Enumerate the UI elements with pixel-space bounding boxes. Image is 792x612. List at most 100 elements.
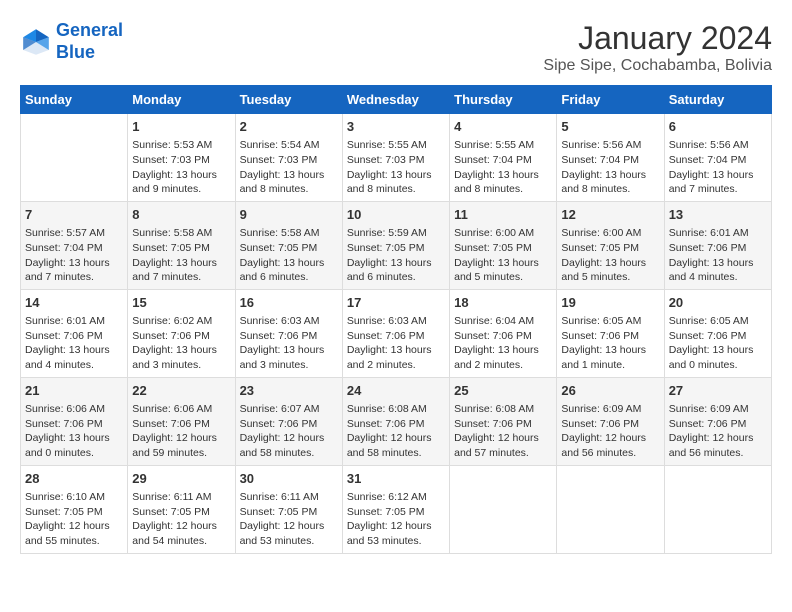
cell-text: Sunset: 7:06 PM bbox=[25, 417, 123, 432]
cell-text: Sunrise: 6:07 AM bbox=[240, 402, 338, 417]
cell-text: Sunrise: 6:01 AM bbox=[25, 314, 123, 329]
cell-text: Sunset: 7:06 PM bbox=[454, 329, 552, 344]
cell-text: and 57 minutes. bbox=[454, 446, 552, 461]
cell-text: Sunrise: 6:08 AM bbox=[454, 402, 552, 417]
cell-text: Daylight: 13 hours bbox=[132, 256, 230, 271]
page-header: General Blue January 2024 Sipe Sipe, Coc… bbox=[20, 20, 772, 75]
calendar-cell: 28Sunrise: 6:10 AMSunset: 7:05 PMDayligh… bbox=[21, 465, 128, 553]
day-number: 14 bbox=[25, 294, 123, 312]
cell-text: Sunset: 7:04 PM bbox=[454, 153, 552, 168]
calendar-subtitle: Sipe Sipe, Cochabamba, Bolivia bbox=[543, 57, 772, 75]
day-number: 26 bbox=[561, 382, 659, 400]
cell-text: Sunrise: 6:06 AM bbox=[25, 402, 123, 417]
cell-text: Daylight: 13 hours bbox=[347, 168, 445, 183]
day-number: 22 bbox=[132, 382, 230, 400]
cell-text: Sunset: 7:06 PM bbox=[454, 417, 552, 432]
cell-text: Sunrise: 5:56 AM bbox=[669, 138, 767, 153]
cell-text: Sunrise: 6:01 AM bbox=[669, 226, 767, 241]
cell-text: and 5 minutes. bbox=[561, 270, 659, 285]
cell-text: and 5 minutes. bbox=[454, 270, 552, 285]
day-header-saturday: Saturday bbox=[664, 86, 771, 114]
cell-text: and 8 minutes. bbox=[347, 182, 445, 197]
cell-text: Sunset: 7:06 PM bbox=[347, 329, 445, 344]
cell-text: and 9 minutes. bbox=[132, 182, 230, 197]
cell-text: Daylight: 13 hours bbox=[454, 168, 552, 183]
calendar-cell: 15Sunrise: 6:02 AMSunset: 7:06 PMDayligh… bbox=[128, 289, 235, 377]
cell-text: Sunrise: 6:08 AM bbox=[347, 402, 445, 417]
calendar-cell: 24Sunrise: 6:08 AMSunset: 7:06 PMDayligh… bbox=[342, 377, 449, 465]
day-number: 19 bbox=[561, 294, 659, 312]
calendar-title: January 2024 bbox=[543, 20, 772, 57]
day-number: 17 bbox=[347, 294, 445, 312]
cell-text: Sunset: 7:05 PM bbox=[347, 505, 445, 520]
cell-text: Sunset: 7:05 PM bbox=[132, 241, 230, 256]
cell-text: Daylight: 13 hours bbox=[25, 343, 123, 358]
day-number: 1 bbox=[132, 118, 230, 136]
day-number: 20 bbox=[669, 294, 767, 312]
cell-text: Daylight: 12 hours bbox=[454, 431, 552, 446]
calendar-cell: 5Sunrise: 5:56 AMSunset: 7:04 PMDaylight… bbox=[557, 114, 664, 202]
day-number: 5 bbox=[561, 118, 659, 136]
cell-text: Sunrise: 6:10 AM bbox=[25, 490, 123, 505]
cell-text: Sunrise: 5:58 AM bbox=[132, 226, 230, 241]
cell-text: and 6 minutes. bbox=[347, 270, 445, 285]
cell-text: and 3 minutes. bbox=[132, 358, 230, 373]
day-header-thursday: Thursday bbox=[450, 86, 557, 114]
calendar-cell: 30Sunrise: 6:11 AMSunset: 7:05 PMDayligh… bbox=[235, 465, 342, 553]
cell-text: Sunrise: 6:00 AM bbox=[454, 226, 552, 241]
logo-text: General Blue bbox=[56, 20, 123, 63]
cell-text: Sunrise: 6:03 AM bbox=[240, 314, 338, 329]
calendar-cell: 27Sunrise: 6:09 AMSunset: 7:06 PMDayligh… bbox=[664, 377, 771, 465]
cell-text: Daylight: 12 hours bbox=[132, 519, 230, 534]
cell-text: Daylight: 13 hours bbox=[561, 343, 659, 358]
day-header-tuesday: Tuesday bbox=[235, 86, 342, 114]
cell-text: and 58 minutes. bbox=[347, 446, 445, 461]
cell-text: Sunset: 7:06 PM bbox=[240, 329, 338, 344]
title-block: January 2024 Sipe Sipe, Cochabamba, Boli… bbox=[543, 20, 772, 75]
cell-text: Daylight: 13 hours bbox=[669, 343, 767, 358]
cell-text: Sunrise: 6:12 AM bbox=[347, 490, 445, 505]
calendar-cell: 6Sunrise: 5:56 AMSunset: 7:04 PMDaylight… bbox=[664, 114, 771, 202]
calendar-cell bbox=[557, 465, 664, 553]
logo-line2: Blue bbox=[56, 42, 95, 62]
cell-text: Sunset: 7:06 PM bbox=[561, 329, 659, 344]
cell-text: and 7 minutes. bbox=[25, 270, 123, 285]
calendar-cell: 17Sunrise: 6:03 AMSunset: 7:06 PMDayligh… bbox=[342, 289, 449, 377]
calendar-cell: 26Sunrise: 6:09 AMSunset: 7:06 PMDayligh… bbox=[557, 377, 664, 465]
cell-text: and 0 minutes. bbox=[669, 358, 767, 373]
calendar-cell: 9Sunrise: 5:58 AMSunset: 7:05 PMDaylight… bbox=[235, 201, 342, 289]
cell-text: Sunrise: 6:09 AM bbox=[561, 402, 659, 417]
cell-text: Daylight: 12 hours bbox=[347, 519, 445, 534]
cell-text: Sunrise: 6:04 AM bbox=[454, 314, 552, 329]
calendar-cell: 21Sunrise: 6:06 AMSunset: 7:06 PMDayligh… bbox=[21, 377, 128, 465]
calendar-week-5: 28Sunrise: 6:10 AMSunset: 7:05 PMDayligh… bbox=[21, 465, 772, 553]
cell-text: and 1 minute. bbox=[561, 358, 659, 373]
day-number: 13 bbox=[669, 206, 767, 224]
day-number: 8 bbox=[132, 206, 230, 224]
cell-text: and 8 minutes. bbox=[240, 182, 338, 197]
cell-text: Daylight: 13 hours bbox=[561, 256, 659, 271]
calendar-cell: 2Sunrise: 5:54 AMSunset: 7:03 PMDaylight… bbox=[235, 114, 342, 202]
calendar-cell: 20Sunrise: 6:05 AMSunset: 7:06 PMDayligh… bbox=[664, 289, 771, 377]
cell-text: Sunset: 7:06 PM bbox=[561, 417, 659, 432]
cell-text: and 4 minutes. bbox=[25, 358, 123, 373]
cell-text: Daylight: 12 hours bbox=[347, 431, 445, 446]
cell-text: Daylight: 13 hours bbox=[240, 343, 338, 358]
cell-text: Sunset: 7:06 PM bbox=[240, 417, 338, 432]
cell-text: and 4 minutes. bbox=[669, 270, 767, 285]
cell-text: Sunrise: 5:57 AM bbox=[25, 226, 123, 241]
cell-text: Daylight: 12 hours bbox=[240, 431, 338, 446]
calendar-week-1: 1Sunrise: 5:53 AMSunset: 7:03 PMDaylight… bbox=[21, 114, 772, 202]
cell-text: Sunset: 7:03 PM bbox=[240, 153, 338, 168]
day-number: 28 bbox=[25, 470, 123, 488]
calendar-cell: 13Sunrise: 6:01 AMSunset: 7:06 PMDayligh… bbox=[664, 201, 771, 289]
cell-text: Sunrise: 5:55 AM bbox=[454, 138, 552, 153]
calendar-cell: 1Sunrise: 5:53 AMSunset: 7:03 PMDaylight… bbox=[128, 114, 235, 202]
cell-text: Sunset: 7:05 PM bbox=[240, 241, 338, 256]
calendar-cell bbox=[450, 465, 557, 553]
cell-text: Sunrise: 6:03 AM bbox=[347, 314, 445, 329]
day-number: 30 bbox=[240, 470, 338, 488]
day-number: 15 bbox=[132, 294, 230, 312]
day-number: 29 bbox=[132, 470, 230, 488]
day-number: 23 bbox=[240, 382, 338, 400]
